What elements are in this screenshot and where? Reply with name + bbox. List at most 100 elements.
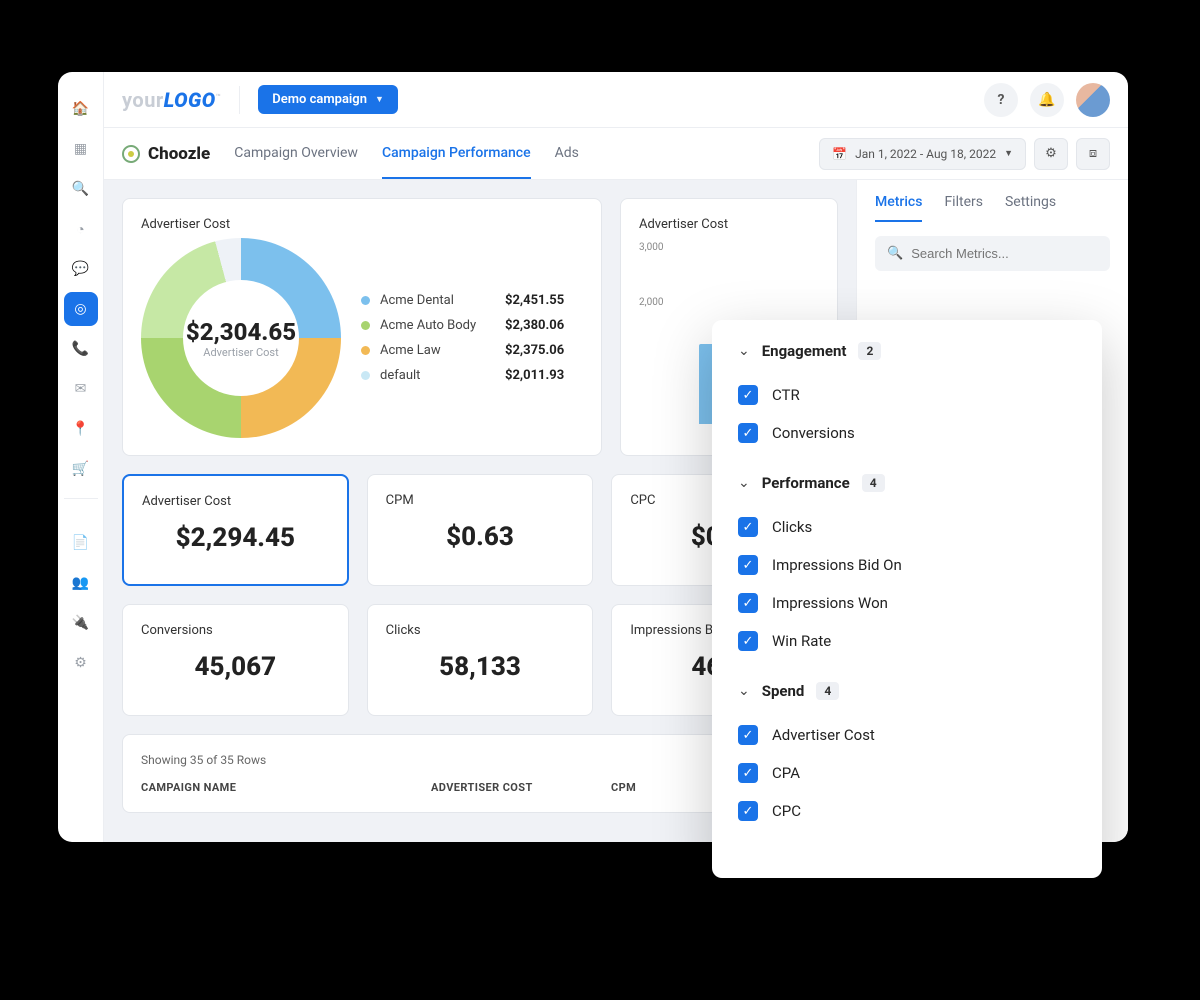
metric-option[interactable]: ✓ Win Rate (738, 622, 1076, 660)
table-header[interactable]: CPM (611, 781, 636, 794)
metric-option[interactable]: ✓ CPC (738, 792, 1076, 830)
cart-icon[interactable]: 🛒 (64, 452, 98, 486)
notifications-button[interactable]: 🔔 (1030, 83, 1064, 117)
brand-icon (122, 145, 140, 163)
chevron-down-icon: ▼ (375, 94, 384, 105)
metrics-search[interactable]: 🔍 (875, 236, 1110, 271)
checkbox-checked-icon[interactable]: ✓ (738, 517, 758, 537)
target-icon[interactable]: ◎ (64, 292, 98, 326)
settings-sliders-button[interactable]: ⚙ (1034, 138, 1068, 170)
metric-option[interactable]: ✓ CPA (738, 754, 1076, 792)
chart-icon[interactable]: ◔ (64, 212, 98, 246)
metric-group: ⌄ Spend 4 ✓ Advertiser Cost ✓ CPA ✓ CPC (738, 682, 1076, 830)
checkbox-checked-icon[interactable]: ✓ (738, 593, 758, 613)
checkbox-checked-icon[interactable]: ✓ (738, 423, 758, 443)
donut-chart: $2,304.65 Advertiser Cost (141, 238, 341, 438)
nav-rail: 🏠 ▦ 🔍 ◔ 💬 ◎ 📞 ✉ 📍 🛒 📄 👥 🔌 ⚙ (58, 72, 104, 842)
mail-icon[interactable]: ✉ (64, 372, 98, 406)
metric-option[interactable]: ✓ Clicks (738, 508, 1076, 546)
checkbox-checked-icon[interactable]: ✓ (738, 631, 758, 651)
share-button[interactable]: ⧈ (1076, 138, 1110, 170)
tab-ads[interactable]: Ads (555, 129, 579, 179)
donut-chart-card: Advertiser Cost $2,304.65 Advertiser Cos… (122, 198, 602, 456)
table-header[interactable]: ADVERTISER COST (431, 781, 571, 794)
panel-tab-metrics[interactable]: Metrics (875, 194, 922, 222)
sub-bar: Choozle Campaign Overview Campaign Perfo… (104, 128, 1128, 180)
logo: yourLOGO™ (122, 88, 221, 112)
metric-value: 45,067 (141, 652, 330, 682)
legend-item: default$2,011.93 (361, 368, 564, 383)
gear-icon[interactable]: ⚙ (64, 646, 98, 680)
metric-label: Clicks (386, 623, 575, 638)
bar-chart-title: Advertiser Cost (639, 217, 819, 232)
checkbox-checked-icon[interactable]: ✓ (738, 555, 758, 575)
checkbox-checked-icon[interactable]: ✓ (738, 801, 758, 821)
metric-option-label: Clicks (772, 518, 812, 536)
date-range-picker[interactable]: 📅 Jan 1, 2022 - Aug 18, 2022 ▼ (819, 138, 1026, 170)
tab-campaign-performance[interactable]: Campaign Performance (382, 129, 531, 179)
bar-tick: 3,000 (639, 242, 819, 253)
chevron-down-icon: ▼ (1004, 148, 1013, 159)
metric-option-label: CPC (772, 802, 801, 820)
apps-icon[interactable]: ▦ (64, 132, 98, 166)
metric-option[interactable]: ✓ Conversions (738, 414, 1076, 452)
metric-option-label: CPA (772, 764, 800, 782)
metric-group-header[interactable]: ⌄ Engagement 2 (738, 342, 1076, 360)
checkbox-checked-icon[interactable]: ✓ (738, 725, 758, 745)
checkbox-checked-icon[interactable]: ✓ (738, 385, 758, 405)
metrics-search-input[interactable] (911, 246, 1098, 261)
metric-group-header[interactable]: ⌄ Performance 4 (738, 474, 1076, 492)
donut-title: Advertiser Cost (141, 217, 583, 232)
metric-group-count: 4 (816, 682, 839, 700)
metric-card[interactable]: Clicks 58,133 (367, 604, 594, 716)
table-header[interactable]: CAMPAIGN NAME (141, 781, 391, 794)
donut-center-value: $2,304.65 (186, 318, 296, 346)
top-bar: yourLOGO™ Demo campaign ▼ ? 🔔 (104, 72, 1128, 128)
file-icon[interactable]: 📄 (64, 526, 98, 560)
chat-icon[interactable]: 💬 (64, 252, 98, 286)
avatar[interactable] (1076, 83, 1110, 117)
metric-option[interactable]: ✓ Impressions Bid On (738, 546, 1076, 584)
home-icon[interactable]: 🏠 (64, 92, 98, 126)
metric-label: Conversions (141, 623, 330, 638)
metric-option-label: Impressions Bid On (772, 556, 902, 574)
metric-value: 58,133 (386, 652, 575, 682)
metric-group-title: Spend (762, 682, 805, 700)
metric-group-count: 2 (858, 342, 881, 360)
plug-icon[interactable]: 🔌 (64, 606, 98, 640)
help-button[interactable]: ? (984, 83, 1018, 117)
advertiser-brand: Choozle (122, 144, 210, 164)
panel-tab-filters[interactable]: Filters (944, 194, 983, 222)
metric-group-header[interactable]: ⌄ Spend 4 (738, 682, 1076, 700)
checkbox-checked-icon[interactable]: ✓ (738, 763, 758, 783)
legend-item: Acme Auto Body$2,380.06 (361, 318, 564, 333)
donut-legend: Acme Dental$2,451.55 Acme Auto Body$2,38… (361, 293, 564, 383)
panel-tab-settings[interactable]: Settings (1005, 194, 1056, 222)
metric-option-label: Win Rate (772, 632, 831, 650)
campaign-selector-button[interactable]: Demo campaign ▼ (258, 85, 398, 114)
metric-card[interactable]: CPM$0.63 (367, 474, 594, 586)
metric-card[interactable]: Advertiser Cost $2,294.45 (122, 474, 349, 586)
donut-center-label: Advertiser Cost (203, 346, 278, 359)
metric-option-label: CTR (772, 386, 800, 404)
metric-label: Advertiser Cost (142, 494, 329, 509)
metric-value: $2,294.45 (142, 523, 329, 553)
chevron-down-icon: ⌄ (738, 683, 750, 699)
metric-card[interactable]: Conversions 45,067 (122, 604, 349, 716)
metric-option[interactable]: ✓ Impressions Won (738, 584, 1076, 622)
date-range-label: Jan 1, 2022 - Aug 18, 2022 (855, 147, 996, 161)
pin-icon[interactable]: 📍 (64, 412, 98, 446)
metric-option[interactable]: ✓ Advertiser Cost (738, 716, 1076, 754)
metric-group-count: 4 (862, 474, 885, 492)
search-icon: 🔍 (887, 246, 903, 261)
users-icon[interactable]: 👥 (64, 566, 98, 600)
legend-item: Acme Law$2,375.06 (361, 343, 564, 358)
tab-campaign-overview[interactable]: Campaign Overview (234, 129, 358, 179)
search-icon[interactable]: 🔍 (64, 172, 98, 206)
chevron-down-icon: ⌄ (738, 475, 750, 491)
metric-value: $0.63 (386, 522, 575, 552)
metric-option[interactable]: ✓ CTR (738, 376, 1076, 414)
bar-tick: 2,000 (639, 297, 819, 308)
phone-icon[interactable]: 📞 (64, 332, 98, 366)
campaign-selector-label: Demo campaign (272, 92, 367, 107)
